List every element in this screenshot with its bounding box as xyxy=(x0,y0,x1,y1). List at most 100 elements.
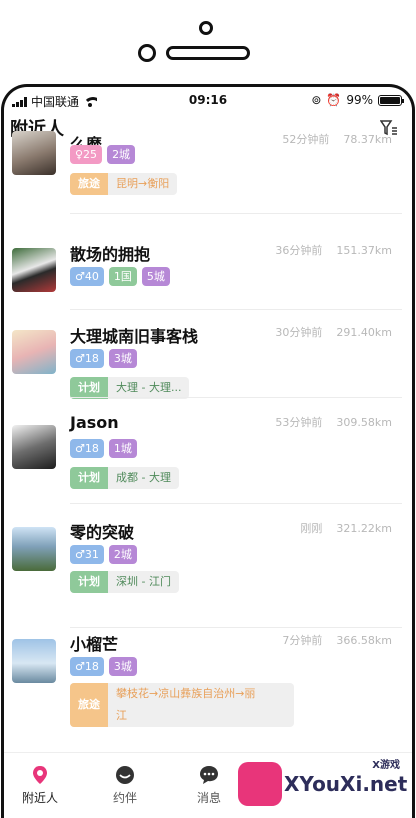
plan-route: 成都 - 大理 xyxy=(108,467,179,489)
alarm-icon: ⏰ xyxy=(326,93,342,107)
distance: 291.40km xyxy=(336,326,392,339)
location-pin-icon xyxy=(33,766,47,784)
list-item[interactable]: 小榴芒 7分钟前 366.58km ♂18 3城 旅途 攀枝花→凉山彝族自治州→丽江 xyxy=(4,617,412,727)
user-tag: ♂18 xyxy=(70,439,104,458)
gamepad-logo-icon xyxy=(238,762,282,806)
last-active-time: 30分钟前 xyxy=(275,326,323,339)
avatar[interactable] xyxy=(12,425,56,469)
user-meta: 30分钟前 291.40km xyxy=(275,324,392,340)
battery-icon xyxy=(378,94,404,106)
phone-bezel xyxy=(0,0,416,86)
distance: 366.58km xyxy=(336,634,392,647)
last-active-time: 53分钟前 xyxy=(275,416,323,429)
travel-plan[interactable]: 计划 成都 - 大理 xyxy=(70,467,179,489)
user-meta: 52分钟前 78.37km xyxy=(282,131,392,147)
last-active-time: 52分钟前 xyxy=(282,133,330,146)
user-tag: 2城 xyxy=(107,145,136,164)
front-sensor xyxy=(199,21,213,35)
plan-label: 旅途 xyxy=(70,683,108,727)
tab-companion-label: 约伴 xyxy=(112,791,137,805)
list-item[interactable]: 大理城南旧事客栈 30分钟前 291.40km ♂18 3城 计划 大理 - 大理... xyxy=(4,311,412,411)
user-tag: 3城 xyxy=(108,657,137,676)
avatar[interactable] xyxy=(12,131,56,175)
distance: 78.37km xyxy=(343,133,392,146)
tab-nearby[interactable]: 附近人 xyxy=(10,765,70,806)
user-meta: 刚刚 321.22km xyxy=(300,520,392,536)
plan-route-text: 攀枝花→凉山彝族自治州→丽 xyxy=(116,687,256,700)
user-tag: 1国 xyxy=(108,267,137,286)
avatar[interactable] xyxy=(12,639,56,683)
user-tag: ♀25 xyxy=(70,145,103,164)
travel-plan[interactable]: 计划 深圳 - 江门 xyxy=(70,571,179,593)
distance: 151.37km xyxy=(336,244,392,257)
user-tag: 1城 xyxy=(108,439,137,458)
last-active-time: 36分钟前 xyxy=(275,244,323,257)
tab-messages-label: 消息 xyxy=(196,791,221,805)
watermark-small-text: X游戏 xyxy=(372,760,400,771)
user-tag: ♂18 xyxy=(70,349,104,368)
chat-bubble-icon xyxy=(200,766,218,784)
plan-route-text: 昆明→衡阳 xyxy=(116,177,170,190)
plan-route: 深圳 - 江门 xyxy=(108,571,179,593)
user-name: 大理城南旧事客栈 xyxy=(70,327,199,346)
user-tags: ♂31 2城 xyxy=(70,545,137,564)
tab-bar: 附近人 约伴 消息 X游戏 XYouXi.net xyxy=(4,752,412,818)
user-tags: ♂18 1城 xyxy=(70,439,137,458)
plan-label: 计划 xyxy=(70,377,108,399)
list-item[interactable]: 么麼52分钟前78.37km♀252城旅途昆明→衡阳 xyxy=(4,131,412,231)
user-meta: 53分钟前 309.58km xyxy=(275,414,392,430)
user-tag: 5城 xyxy=(141,267,170,286)
travel-plan[interactable]: 计划 大理 - 大理... xyxy=(70,377,190,399)
avatar[interactable] xyxy=(12,527,56,571)
avatar[interactable] xyxy=(12,248,56,292)
battery-fill xyxy=(380,96,400,104)
divider xyxy=(70,309,402,310)
tab-nearby-label: 附近人 xyxy=(21,791,58,805)
travel-plan[interactable]: 旅途 攀枝花→凉山彝族自治州→丽江 xyxy=(70,683,294,727)
user-name: 零的突破 xyxy=(70,523,135,542)
plan-route: 大理 - 大理... xyxy=(108,377,189,399)
status-right: ⊚ ⏰ 99% xyxy=(311,93,404,107)
smile-icon xyxy=(116,766,134,784)
avatar[interactable] xyxy=(12,330,56,374)
plan-route: 攀枝花→凉山彝族自治州→丽江 xyxy=(108,683,294,727)
user-tag: 3城 xyxy=(108,349,137,368)
distance: 309.58km xyxy=(336,416,392,429)
user-tags: ♂40 1国 5城 xyxy=(70,267,170,286)
user-tag: ♂18 xyxy=(70,657,104,676)
last-active-time: 刚刚 xyxy=(300,522,323,535)
user-tags: ♀25 2城 xyxy=(70,145,136,164)
user-name: Jason xyxy=(70,413,119,432)
plan-label: 旅途 xyxy=(70,173,108,195)
watermark-text: XYouXi.net xyxy=(284,772,408,796)
travel-plan[interactable]: 旅途 昆明→衡阳 xyxy=(70,173,178,195)
user-meta: 36分钟前 151.37km xyxy=(275,242,392,258)
plan-route-text: 成都 - 大理 xyxy=(116,471,171,484)
plan-route-text-continued: 江 xyxy=(116,709,127,722)
plan-label: 计划 xyxy=(70,571,108,593)
tab-companion[interactable]: 约伴 xyxy=(95,765,155,806)
status-bar: 中国联通 09:16 ⊚ ⏰ 99% xyxy=(4,87,412,113)
divider xyxy=(70,503,402,504)
user-meta: 7分钟前 366.58km xyxy=(282,632,392,648)
list-item[interactable]: 零的突破 刚刚 321.22km ♂31 2城 计划 深圳 - 江门 xyxy=(4,509,412,628)
earpiece-speaker xyxy=(166,46,250,60)
divider xyxy=(70,213,402,214)
last-active-time: 7分钟前 xyxy=(282,634,323,647)
user-name: 小榴芒 xyxy=(70,635,119,654)
plan-route-text: 深圳 - 江门 xyxy=(116,575,171,588)
user-tag: ♂31 xyxy=(70,545,104,564)
user-tag: ♂40 xyxy=(70,267,104,286)
front-camera xyxy=(138,44,156,62)
user-name: 散场的拥抱 xyxy=(70,245,151,264)
tab-messages[interactable]: 消息 xyxy=(179,765,239,806)
site-watermark: X游戏 XYouXi.net xyxy=(234,756,412,814)
phone-screen: 中国联通 09:16 ⊚ ⏰ 99% 附近人 么麼52分钟前78.37km♀25… xyxy=(1,84,415,818)
distance: 321.22km xyxy=(336,522,392,535)
user-tag: 2城 xyxy=(108,545,137,564)
list-item[interactable]: Jason 53分钟前 309.58km ♂18 1城 计划 成都 - 大理 xyxy=(4,399,412,504)
plan-route: 昆明→衡阳 xyxy=(108,173,177,195)
user-tags: ♂18 3城 xyxy=(70,657,137,676)
plan-route-text: 大理 - 大理... xyxy=(116,381,182,394)
plan-label: 计划 xyxy=(70,467,108,489)
